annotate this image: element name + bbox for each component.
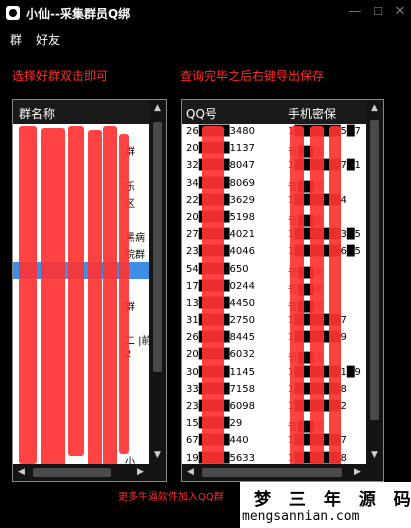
minimize-button[interactable]: — [346,3,364,21]
column-qq[interactable]: QQ号 [186,105,217,122]
scroll-right-arrow[interactable]: ▶ [132,464,149,481]
qq-list-hscroll[interactable]: ◀ ▶ [182,464,366,481]
redaction-mark [202,126,224,466]
menu-group[interactable]: 群 [10,31,22,48]
scroll-down-arrow[interactable]: ▼ [149,447,166,464]
app-icon [6,6,20,20]
window-title: 小仙--采集群员Q绑 [26,7,131,21]
redaction-mark [68,126,84,456]
footer-promo: 更多牛逼软件加入QQ群 [118,492,224,503]
scroll-corner [149,464,166,481]
scroll-thumb[interactable] [370,120,379,420]
qq-list[interactable]: QQ号 手机密保 26████34801██████5█720████1137普… [181,99,384,482]
title-bar: 小仙--采集群员Q绑 — ☐ ✕ [0,0,411,26]
menu-bar: 群 好友 [0,27,411,49]
scroll-thumb[interactable] [202,468,342,477]
scroll-down-arrow[interactable]: ▼ [366,447,383,464]
scroll-right-arrow[interactable]: ▶ [349,464,366,481]
hint-select-group: 选择好群双击即可 [12,69,109,83]
column-group-name[interactable]: 群名称 [19,105,55,122]
menu-friends[interactable]: 好友 [36,31,60,48]
watermark-chinese: 梦 三 年 源 码 [254,490,411,510]
scroll-left-arrow[interactable]: ◀ [13,464,30,481]
column-phone[interactable]: 手机密保 [288,105,336,122]
watermark-logo: 梦 三 年 源 码 mengsannian.com [240,482,411,528]
redaction-mark [88,130,102,466]
redaction-mark [19,126,37,464]
redaction-mark [119,134,129,454]
hint-export: 查询完毕之后右键导出保存 [180,69,325,83]
redaction-mark [41,128,65,473]
group-list-hscroll[interactable]: ◀ ▶ [13,464,149,481]
group-list-vscroll[interactable]: ▲ ▼ [149,100,166,464]
redaction-mark [103,126,117,466]
watermark-url: mengsannian.com [242,509,360,524]
redaction-mark [329,126,341,466]
scroll-left-arrow[interactable]: ◀ [182,464,199,481]
close-button[interactable]: ✕ [391,3,409,21]
scroll-up-arrow[interactable]: ▲ [149,100,166,117]
scroll-thumb[interactable] [33,468,111,477]
redaction-mark [290,126,304,466]
maximize-button[interactable]: ☐ [369,3,387,21]
qq-list-header[interactable]: QQ号 手机密保 [182,100,368,124]
scroll-up-arrow[interactable]: ▲ [366,100,383,117]
group-list-header[interactable]: 群名称 [13,100,151,124]
scroll-corner [366,464,383,481]
qq-list-vscroll[interactable]: ▲ ▼ [366,100,383,464]
redaction-mark [310,126,324,466]
scroll-thumb[interactable] [153,122,162,372]
group-list[interactable]: 群名称 群乐区黑病院群群二 |前2小 ▲ ▼ ◀ ▶ [12,99,167,482]
